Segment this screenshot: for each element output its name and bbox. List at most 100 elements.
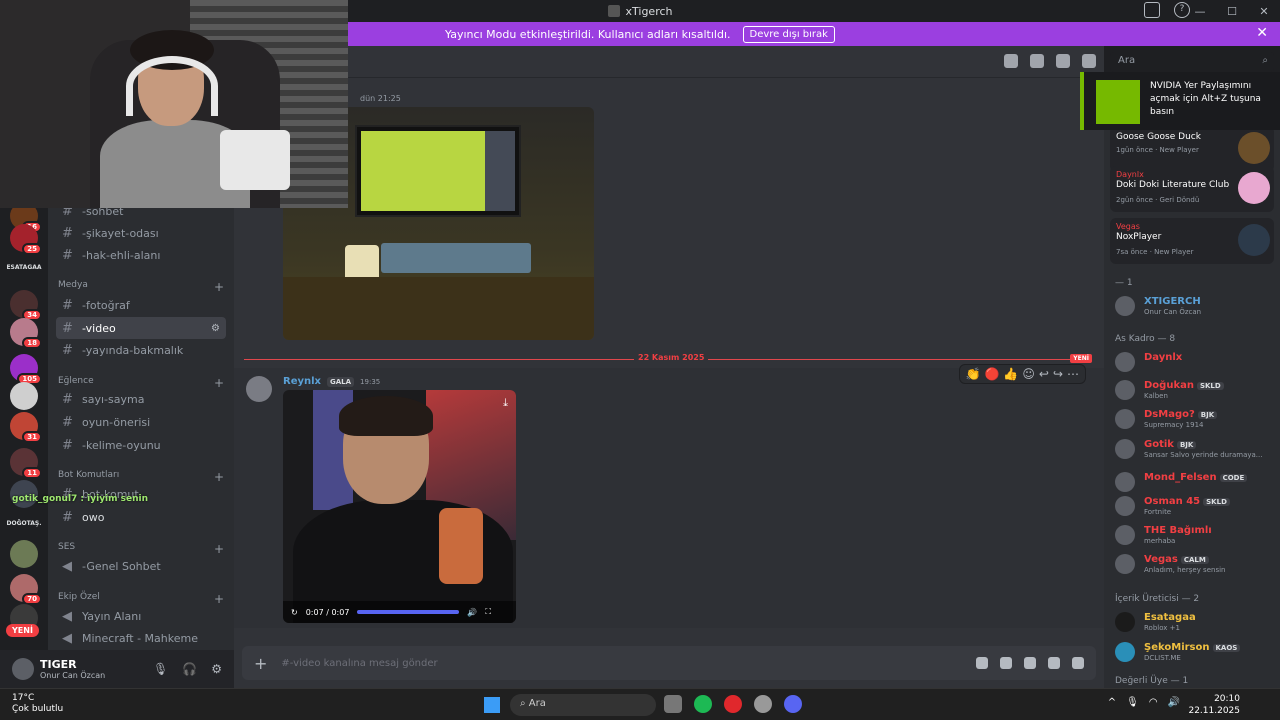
server-label[interactable]: ESATAGAA <box>4 264 44 271</box>
close-window-button[interactable]: ✕ <box>1248 5 1280 18</box>
server-icon[interactable]: 34 <box>10 290 42 321</box>
channel-hak-ehli[interactable]: # -hak-ehli-alanı <box>56 244 226 266</box>
sticker-icon[interactable] <box>1024 657 1036 669</box>
file-explorer-icon[interactable] <box>664 695 682 713</box>
member-item[interactable]: Mond_Felsen CODE <box>1115 470 1275 496</box>
forward-icon[interactable]: ↪ <box>1053 367 1063 381</box>
member-item[interactable]: Osman 45 SKLD Fortnite <box>1115 494 1275 520</box>
reply-icon[interactable]: ↩ <box>1039 367 1049 381</box>
add-channel-icon[interactable]: + <box>214 280 224 294</box>
inbox-icon[interactable] <box>1144 2 1160 18</box>
gear-icon[interactable]: ⚙ <box>211 323 220 334</box>
activity-card[interactable]: Daynlx Doki Doki Literature Club 2gün ön… <box>1110 166 1274 212</box>
channel-yayinda-bakmalik[interactable]: # -yayında-bakmalık <box>56 339 226 361</box>
server-icon[interactable]: 18 <box>10 318 42 349</box>
member-group-header: As Kadro — 8 <box>1115 334 1176 344</box>
video-progress-bar[interactable] <box>357 610 460 614</box>
weather-widget[interactable]: 17°C Çok bulutlu <box>12 693 63 715</box>
gif-icon[interactable] <box>1000 657 1012 669</box>
attach-icon[interactable]: + <box>254 654 267 673</box>
member-item[interactable]: Vegas CALM Anladım, herşey sensin <box>1115 552 1275 578</box>
more-icon[interactable]: ⋯ <box>1067 367 1079 381</box>
add-reaction-icon[interactable]: ☺ <box>1022 367 1035 381</box>
discord-app: xTigerch ? — ☐ ✕ Yayıncı Modu etkinleşti… <box>0 0 1280 720</box>
channel-oyun-onerisi[interactable]: # oyun-önerisi <box>56 411 226 433</box>
activity-card[interactable]: Vegas NoxPlayer 7sa önce · New Player <box>1110 218 1274 264</box>
server-icon[interactable]: 31 <box>10 412 42 443</box>
server-label[interactable]: DOĞOTAŞ. <box>4 520 44 527</box>
microphone-icon[interactable]: 🎙 <box>1126 697 1139 708</box>
threads-icon[interactable] <box>1004 54 1018 68</box>
emoji-icon[interactable] <box>1048 657 1060 669</box>
category-bot[interactable]: Bot Komutları + <box>58 470 224 484</box>
volume-icon[interactable]: 🔊 <box>1168 697 1180 708</box>
new-servers-pill[interactable]: YENİ <box>6 624 39 637</box>
member-group-header: İçerik Üreticisi — 2 <box>1115 594 1200 604</box>
taskbar-search[interactable]: ⌕ Ara <box>510 694 656 716</box>
member-item[interactable]: XTIGERCH Onur Can Özcan <box>1115 294 1275 320</box>
add-channel-icon[interactable]: + <box>214 542 224 556</box>
server-icon[interactable] <box>10 540 38 568</box>
avatar[interactable] <box>246 376 272 402</box>
add-channel-icon[interactable]: + <box>214 470 224 484</box>
reaction-icon[interactable]: 🔴 <box>984 367 999 381</box>
wifi-icon[interactable]: ◠ <box>1149 697 1158 708</box>
channel-video[interactable]: # -video ⚙ <box>56 317 226 339</box>
category-team[interactable]: Ekip Özel + <box>58 592 224 606</box>
volume-icon[interactable]: 🔊 <box>467 608 477 617</box>
close-icon[interactable]: ✕ <box>1256 25 1268 41</box>
voice-channel-genel[interactable]: ◀ -Genel Sohbet <box>56 555 226 577</box>
opera-icon[interactable] <box>724 695 742 713</box>
channel-kelime-oyunu[interactable]: # -kelime-oyunu <box>56 434 226 456</box>
voice-channel-minecraft[interactable]: ◀ Minecraft - Mahkeme <box>56 627 226 649</box>
video-attachment[interactable]: ⤓ ↻ 0:07 / 0:07 🔊 ⛶ <box>283 390 516 623</box>
members-icon[interactable] <box>1082 54 1096 68</box>
member-item[interactable]: Daynlx <box>1115 350 1275 376</box>
chevron-up-icon[interactable]: ^ <box>1108 697 1116 708</box>
pin-icon[interactable] <box>1056 54 1070 68</box>
search-input[interactable]: Ara ⌕ <box>1110 52 1274 72</box>
microphone-icon[interactable]: 🎙 <box>153 662 168 676</box>
gift-icon[interactable] <box>976 657 988 669</box>
apps-icon[interactable] <box>1072 657 1084 669</box>
member-item[interactable]: Esatagaa Roblox +1 <box>1115 610 1275 636</box>
member-item[interactable]: THE Bağımlı merhaba <box>1115 523 1275 549</box>
download-icon[interactable]: ⤓ <box>503 396 508 410</box>
nvidia-overlay-toast[interactable]: NVIDIA Yer Paylaşımını açmak için Alt+Z … <box>1080 72 1280 130</box>
member-item[interactable]: Gotik BJK Sansar Salvo yerinde duramaya..… <box>1115 437 1275 463</box>
channel-sayi-sayma[interactable]: # sayı-sayma <box>56 388 226 410</box>
message-input[interactable] <box>281 657 882 669</box>
add-channel-icon[interactable]: + <box>214 592 224 606</box>
bell-icon[interactable] <box>1030 54 1044 68</box>
replay-icon[interactable]: ↻ <box>291 608 298 617</box>
disable-streamer-mode-button[interactable]: Devre dışı bırak <box>742 25 835 43</box>
maximize-button[interactable]: ☐ <box>1216 5 1248 18</box>
server-icon[interactable]: 105 <box>10 354 42 385</box>
server-icon[interactable]: 70 <box>10 574 42 605</box>
windows-start-icon[interactable] <box>484 697 500 713</box>
member-item[interactable]: DsMago? BJK Supremacy 1914 <box>1115 407 1275 433</box>
reaction-icon[interactable]: 👏 <box>966 367 981 381</box>
member-item[interactable]: ŞekoMirson KAOS DCLIST.ME <box>1115 640 1275 666</box>
spotify-icon[interactable] <box>694 695 712 713</box>
category-media[interactable]: Medya + <box>58 280 224 294</box>
discord-icon[interactable] <box>784 695 802 713</box>
server-icon[interactable] <box>10 382 38 410</box>
author-name[interactable]: Reynlx <box>283 376 321 387</box>
server-icon[interactable]: 11 <box>10 448 42 479</box>
member-item[interactable]: Doğukan SKLD Kalben <box>1115 378 1275 404</box>
channel-fotograf[interactable]: # -fotoğraf <box>56 294 226 316</box>
minimize-button[interactable]: — <box>1184 5 1216 18</box>
channel-owo[interactable]: # owo <box>56 506 226 528</box>
system-clock[interactable]: 20:10 22.11.2025 <box>1188 693 1240 717</box>
channel-sikayet[interactable]: # -şikayet-odası <box>56 222 226 244</box>
server-icon[interactable]: 25 <box>10 224 42 255</box>
fullscreen-icon[interactable]: ⛶ <box>485 607 491 617</box>
avatar[interactable] <box>12 658 34 680</box>
voice-channel-yayin[interactable]: ◀ Yayın Alanı <box>56 605 226 627</box>
gear-icon[interactable]: ⚙ <box>211 662 222 676</box>
reaction-icon[interactable]: 👍 <box>1003 367 1018 381</box>
category-voice[interactable]: SES + <box>58 542 224 556</box>
headphones-icon[interactable]: 🎧 <box>182 662 197 676</box>
app-icon[interactable] <box>754 695 772 713</box>
